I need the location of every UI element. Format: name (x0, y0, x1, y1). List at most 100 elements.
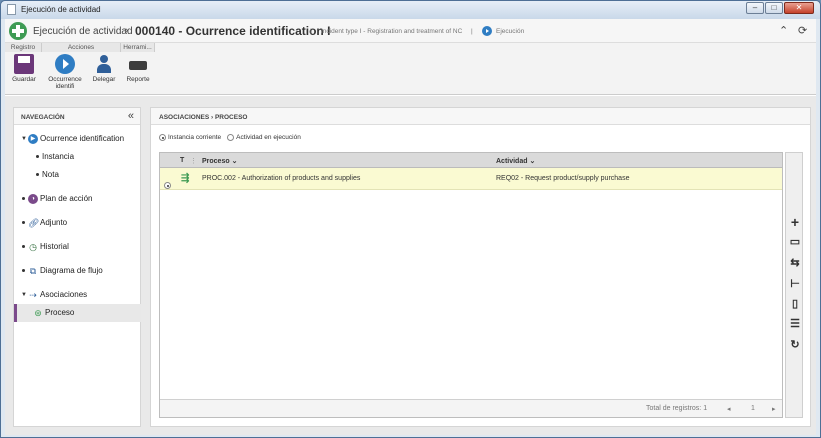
instance-filter: Instancia corriente Actividad en ejecuci… (159, 134, 301, 141)
table-row[interactable]: ⇶ PROC.002 - Authorization of products a… (160, 168, 782, 190)
nav-item-instancia[interactable]: Instancia (14, 148, 141, 166)
client-area: Ejecución de actividad › 000140 - Ocurre… (5, 19, 816, 435)
execution-status-icon (482, 26, 492, 36)
expanded-arrow-icon[interactable]: ▼ (21, 292, 27, 298)
save-button-label: Guardar (12, 76, 36, 83)
nav-item-label: Diagrama de flujo (40, 266, 103, 275)
nav-item-label: Instancia (42, 152, 75, 161)
bullet-icon (36, 155, 39, 158)
column-divider-icon: ⋮ (190, 158, 197, 165)
content-panel: ASOCIACIONES › PROCESO Instancia corrien… (150, 107, 811, 427)
grid-footer: Total de registros: 1 ◂ 1 ▸ (160, 399, 782, 417)
toolbar-ribbon: Registro Acciones Herrami... Guardar Occ… (5, 43, 816, 95)
breadcrumb-activity-execution[interactable]: Ejecución de actividad (33, 26, 133, 37)
nav-item-asociaciones[interactable]: ▼ ⇢ Asociaciones (14, 286, 141, 304)
nav-item-plan-de-accion[interactable]: ◑ Plan de acción (14, 190, 141, 208)
associate-icon[interactable]: ⇆ (788, 256, 802, 270)
refresh-icon[interactable]: ↻ (788, 338, 802, 352)
next-page-icon[interactable]: ▸ (772, 405, 776, 413)
refresh-icon[interactable]: ⟳ (798, 24, 807, 37)
occurrence-button-label-1: Occurrence (48, 76, 82, 83)
radio-unselected-icon[interactable] (227, 134, 235, 141)
nav-item-label: Plan de acción (40, 194, 93, 203)
side-toolbar: + ▭ ⇆ ⊢ ▯ ☰ ↻ (785, 152, 803, 418)
nav-item-diagrama-de-flujo[interactable]: ⧉ Diagrama de flujo (14, 262, 141, 280)
occurrence-button-label-2: identifi (55, 83, 75, 90)
previous-page-icon[interactable]: ◂ (727, 405, 731, 413)
bullet-icon (22, 221, 25, 224)
save-button[interactable]: Guardar (8, 54, 40, 83)
process-type-icon: ⇶ (181, 173, 190, 184)
nav-item-label: Ocurrence identification (40, 134, 125, 143)
radio-current-label: Instancia corriente (168, 134, 222, 142)
grid-header: T ⋮ Proceso ⌄ Actividad ⌄ (160, 153, 782, 168)
radio-selected-icon[interactable] (164, 182, 171, 189)
occurrence-identified-button[interactable]: Occurrence identifi (44, 54, 86, 90)
bullet-icon (36, 173, 39, 176)
page-header: Ejecución de actividad › 000140 - Ocurre… (5, 19, 816, 43)
play-icon: ▶ (28, 134, 38, 144)
nav-item-label: Asociaciones (40, 290, 88, 299)
group-label-herramientas: Herrami... (121, 43, 155, 52)
nav-item-historial[interactable]: ◷ Historial (14, 238, 141, 256)
add-icon[interactable]: + (788, 215, 802, 229)
app-window: Ejecución de actividad – □ ✕ Ejecución d… (0, 0, 821, 438)
action-plan-icon: ◑ (28, 194, 38, 204)
window-title: Ejecución de actividad (21, 5, 101, 14)
tree-icon[interactable]: ⊢ (788, 277, 802, 291)
group-label-registro: Registro (5, 43, 42, 52)
user-icon (94, 54, 114, 74)
app-logo-icon (9, 22, 27, 40)
nav-item-nota[interactable]: Nota (14, 166, 141, 184)
bullet-icon (22, 245, 25, 248)
cell-process: PROC.002 - Authorization of products and… (202, 175, 361, 182)
nav-item-label: Proceso (45, 308, 75, 317)
radio-current-instance[interactable]: Instancia corriente (159, 134, 221, 141)
view-icon[interactable]: ▭ (788, 235, 802, 249)
column-header-process[interactable]: Proceso ⌄ (202, 157, 237, 165)
document-icon (7, 4, 16, 15)
nav-item-ocurrence-identification[interactable]: ▼ ▶ Ocurrence identification (14, 130, 141, 148)
maximize-button[interactable]: □ (765, 2, 783, 14)
breadcrumb-separator: › (125, 25, 129, 36)
record-count: Total de registros: 1 (646, 405, 708, 412)
associations-icon: ⇢ (29, 290, 37, 300)
nav-item-proceso[interactable]: ⊛ Proceso (14, 304, 141, 322)
breadcrumb: ASOCIACIONES › PROCESO (159, 114, 248, 121)
nav-item-label: Historial (40, 242, 69, 251)
nav-item-adjunto[interactable]: 🔗︎ Adjunto (14, 214, 141, 232)
body-area: NAVEGACIÓN « ▼ ▶ Ocurrence identificatio… (5, 96, 816, 435)
status-label: Ejecución (496, 28, 525, 35)
minimize-button[interactable]: – (746, 2, 764, 14)
delegate-button[interactable]: Delegar (90, 54, 118, 83)
expanded-arrow-icon[interactable]: ▼ (21, 136, 27, 142)
process-grid: T ⋮ Proceso ⌄ Actividad ⌄ ⇶ PROC.002 - A… (159, 152, 783, 418)
radio-selected-icon[interactable] (159, 134, 166, 141)
flowchart-icon: ⧉ (29, 266, 37, 276)
column-header-activity[interactable]: Actividad ⌄ (496, 157, 535, 165)
title-bar: Ejecución de actividad – □ ✕ (1, 1, 820, 19)
process-icon: ⊛ (34, 308, 42, 318)
bullet-icon (22, 269, 25, 272)
close-button[interactable]: ✕ (784, 2, 814, 14)
nav-item-label: Adjunto (40, 218, 68, 227)
radio-running-label: Actividad en ejecución (236, 134, 301, 142)
paperclip-icon: 🔗︎ (28, 218, 40, 228)
divider: | (471, 28, 473, 35)
collapse-navigation-icon[interactable]: « (128, 110, 134, 122)
report-button-label: Reporte (126, 76, 150, 83)
group-label-acciones: Acciones (42, 43, 121, 52)
cell-activity: REQ02 - Request product/supply purchase (496, 175, 630, 182)
report-button[interactable]: Reporte (124, 54, 152, 83)
save-icon (14, 54, 34, 74)
bullet-icon (22, 197, 25, 200)
radio-running-activity[interactable]: Actividad en ejecución (227, 134, 301, 141)
delete-icon[interactable]: ▯ (788, 297, 802, 311)
divider: | (310, 28, 312, 35)
history-icon: ◷ (29, 242, 37, 252)
column-header-type[interactable]: T (180, 157, 184, 164)
list-icon[interactable]: ☰ (788, 317, 802, 331)
collapse-header-icon[interactable]: ⌃ (779, 24, 788, 37)
delegate-button-label: Delegar (92, 76, 116, 83)
navigation-panel: NAVEGACIÓN « ▼ ▶ Ocurrence identificatio… (13, 107, 141, 427)
